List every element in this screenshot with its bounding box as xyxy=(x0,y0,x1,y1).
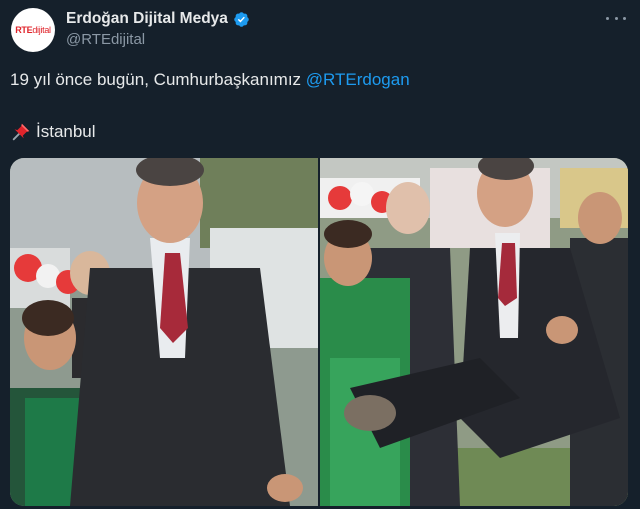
location-text: İstanbul xyxy=(36,122,96,141)
display-name[interactable]: Erdoğan Dijital Medya xyxy=(66,10,228,28)
photo-2[interactable] xyxy=(320,158,628,506)
tweet-text: 19 yıl önce bugün, Cumhurbaşkanımız @RTE… xyxy=(10,70,410,90)
pushpin-icon xyxy=(12,123,30,141)
photo-1[interactable] xyxy=(10,158,318,506)
tweet-media xyxy=(10,158,628,506)
location-line: İstanbul xyxy=(10,121,96,143)
tweet-body: 19 yıl önce bugün, Cumhurbaşkanımız xyxy=(10,70,306,89)
more-options-icon[interactable] xyxy=(606,10,626,26)
user-handle[interactable]: @RTEdijital xyxy=(66,31,145,48)
mention-link[interactable]: @RTErdogan xyxy=(306,70,410,89)
author-name-row: Erdoğan Dijital Medya xyxy=(66,10,250,28)
avatar[interactable]: RTEdijital xyxy=(11,8,55,52)
verified-badge-icon xyxy=(234,11,249,27)
avatar-logo: RTEdijital xyxy=(15,25,51,35)
